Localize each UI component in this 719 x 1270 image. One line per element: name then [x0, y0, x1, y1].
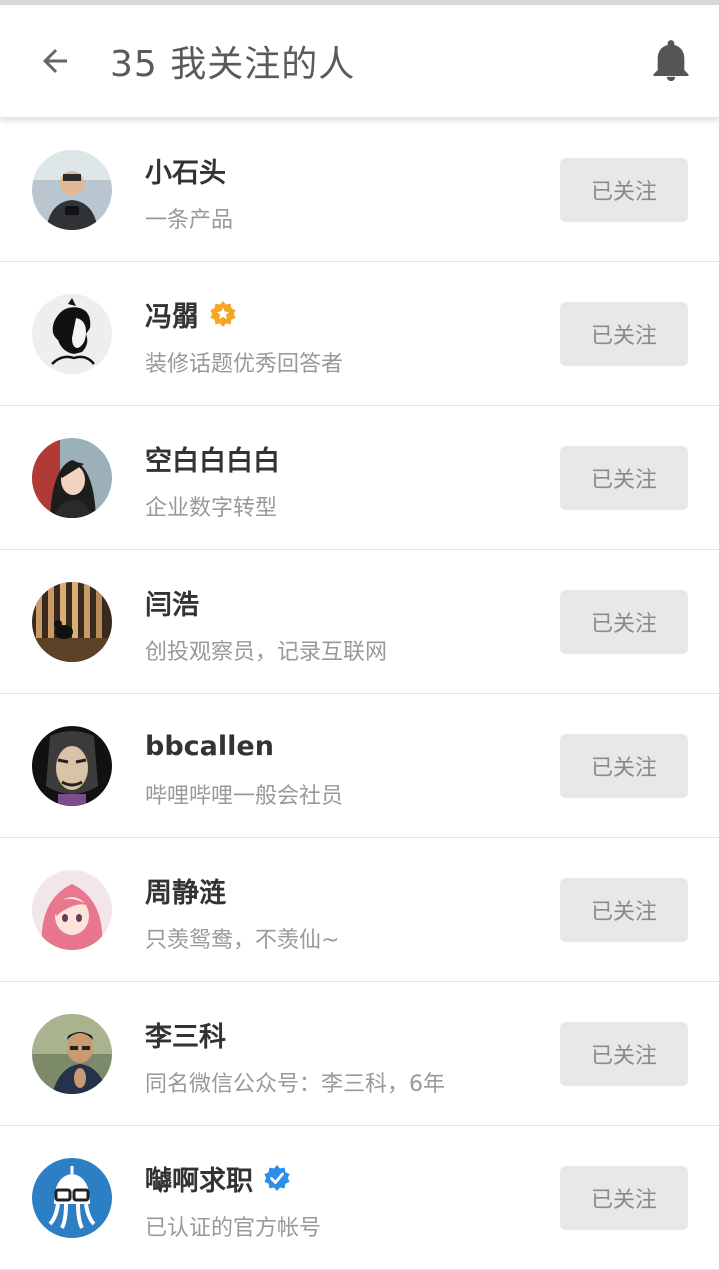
avatar[interactable] — [32, 438, 112, 518]
user-name[interactable]: 周静涟 — [145, 871, 226, 910]
user-description: 只羡鸳鸯，不羡仙~ — [145, 928, 340, 953]
avatar[interactable] — [32, 1014, 112, 1094]
followed-button[interactable]: 已关注 — [560, 302, 688, 366]
list-item[interactable]: 闫浩 创投观察员，记录互联网 已关注 — [0, 550, 719, 694]
name-line: 嚹啊求职 — [145, 1158, 291, 1198]
list-item[interactable]: 李三科 同名微信公众号：李三科，6年 已关注 — [0, 982, 719, 1126]
avatar[interactable] — [32, 1158, 112, 1238]
bell-icon — [653, 40, 689, 81]
name-line: 空白白白白 — [145, 438, 280, 478]
list-item[interactable]: 周静涟 只羡鸳鸯，不羡仙~ 已关注 — [0, 838, 719, 982]
user-description: 装修话题优秀回答者 — [145, 352, 344, 377]
list-item[interactable]: 小石头 一条产品 已关注 — [0, 118, 719, 262]
avatar[interactable] — [32, 870, 112, 950]
user-name[interactable]: 嚹啊求职 — [145, 1159, 253, 1198]
name-line: 李三科 — [145, 1014, 226, 1054]
followed-button[interactable]: 已关注 — [560, 878, 688, 942]
list-item[interactable]: 嚹啊求职 已认证的官方帐号 已关注 — [0, 1126, 719, 1270]
verified-badge-icon — [264, 1165, 290, 1191]
followed-button[interactable]: 已关注 — [560, 446, 688, 510]
avatar[interactable] — [32, 582, 112, 662]
following-list: 小石头 一条产品 已关注 冯朤 装修话题优秀回答者 已关注 空白白白白 企业数字… — [0, 118, 719, 1270]
user-name[interactable]: 小石头 — [145, 151, 226, 190]
user-description: 一条产品 — [145, 208, 234, 233]
user-name[interactable]: 空白白白白 — [145, 439, 280, 478]
user-description: 已认证的官方帐号 — [145, 1216, 322, 1241]
back-button[interactable] — [0, 5, 110, 117]
notification-button[interactable] — [647, 37, 695, 85]
user-description: 同名微信公众号：李三科，6年 — [145, 1072, 445, 1097]
name-line: 闫浩 — [145, 582, 199, 622]
followed-button[interactable]: 已关注 — [560, 1022, 688, 1086]
name-line: bbcallen — [145, 726, 274, 766]
list-item[interactable]: 空白白白白 企业数字转型 已关注 — [0, 406, 719, 550]
name-line: 周静涟 — [145, 870, 226, 910]
followed-button[interactable]: 已关注 — [560, 158, 688, 222]
avatar[interactable] — [32, 150, 112, 230]
avatar[interactable] — [32, 294, 112, 374]
name-line: 小石头 — [145, 150, 226, 190]
star-badge-icon — [210, 301, 236, 327]
avatar[interactable] — [32, 726, 112, 806]
user-name[interactable]: 李三科 — [145, 1015, 226, 1054]
followed-button[interactable]: 已关注 — [560, 1166, 688, 1230]
user-description: 哔哩哔哩一般会社员 — [145, 784, 344, 809]
top-bar: 35 我关注的人 — [0, 5, 719, 118]
name-line: 冯朤 — [145, 294, 237, 334]
list-item[interactable]: bbcallen 哔哩哔哩一般会社员 已关注 — [0, 694, 719, 838]
list-item[interactable]: 冯朤 装修话题优秀回答者 已关注 — [0, 262, 719, 406]
user-name[interactable]: bbcallen — [145, 731, 274, 762]
user-description: 企业数字转型 — [145, 496, 278, 521]
page-title: 35 我关注的人 — [110, 44, 356, 85]
user-description: 创投观察员，记录互联网 — [145, 640, 388, 665]
followed-button[interactable]: 已关注 — [560, 590, 688, 654]
user-name[interactable]: 冯朤 — [145, 295, 199, 334]
arrow-left-icon — [43, 49, 67, 73]
user-name[interactable]: 闫浩 — [145, 583, 199, 622]
followed-button[interactable]: 已关注 — [560, 734, 688, 798]
